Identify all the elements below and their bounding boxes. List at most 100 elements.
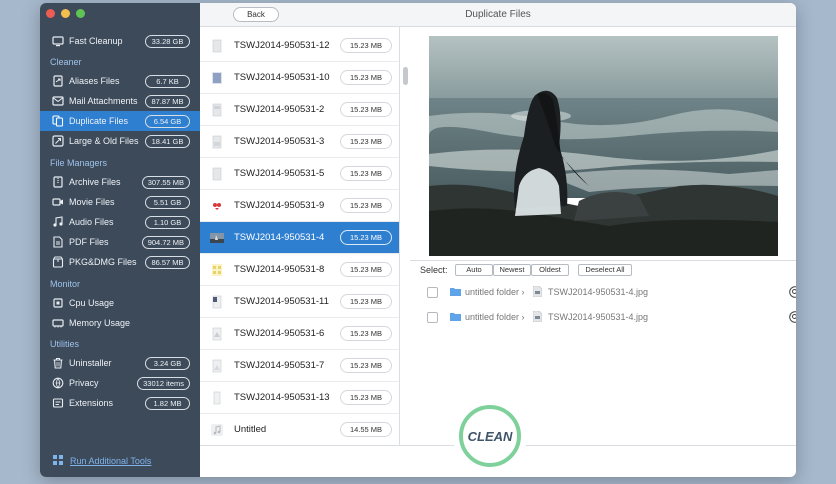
sidebar-item-pdf-files[interactable]: PDF Files 904.72 MB xyxy=(40,232,200,252)
file-row[interactable]: TSWJ2014-950531-10 15.23 MB xyxy=(200,62,399,94)
zoom-window-button[interactable] xyxy=(76,9,85,18)
pdf-icon xyxy=(52,236,64,248)
duplicate-file-name: TSWJ2014-950531-4.jpg xyxy=(548,287,649,297)
file-size-badge: 15.23 MB xyxy=(340,358,392,373)
section-title-file-managers: File Managers xyxy=(50,158,108,168)
file-row[interactable]: TSWJ2014-950531-11 15.23 MB xyxy=(200,286,399,318)
sidebar-item-label: Large & Old Files xyxy=(69,136,139,146)
file-thumbnail-icon xyxy=(212,359,222,373)
sidebar: Fast Cleanup 33.28 GB Cleaner Aliases Fi… xyxy=(40,3,200,477)
sidebar-item-large-old-files[interactable]: Large & Old Files 18.41 GB xyxy=(40,131,200,151)
window-title: Duplicate Files xyxy=(465,9,531,20)
file-list-scrollbar[interactable] xyxy=(403,67,408,85)
file-size-badge: 15.23 MB xyxy=(340,38,392,53)
size-badge: 86.57 MB xyxy=(145,256,190,269)
sidebar-item-audio-files[interactable]: Audio Files 1.10 GB xyxy=(40,212,200,232)
file-name: TSWJ2014-950531-9 xyxy=(234,200,325,211)
file-size-badge: 15.23 MB xyxy=(340,70,392,85)
deselect-all-button[interactable]: Deselect All xyxy=(578,264,632,276)
clean-button[interactable]: CLEAN xyxy=(459,405,521,467)
select-label: Select: xyxy=(420,265,448,275)
file-row[interactable]: TSWJ2014-950531-9 15.23 MB xyxy=(200,190,399,222)
folder-icon xyxy=(450,313,461,321)
reveal-magnifier-icon[interactable] xyxy=(789,286,796,298)
archive-icon xyxy=(52,176,64,188)
size-badge: 307.55 MB xyxy=(141,176,190,189)
reveal-magnifier-icon[interactable] xyxy=(789,311,796,323)
file-row[interactable]: TSWJ2014-950531-5 15.23 MB xyxy=(200,158,399,190)
file-name: TSWJ2014-950531-8 xyxy=(234,264,325,275)
sidebar-item-label: Cpu Usage xyxy=(69,298,115,308)
select-auto-button[interactable]: Auto xyxy=(455,264,493,276)
sidebar-item-duplicate-files[interactable]: Duplicate Files 6.54 GB xyxy=(40,111,200,131)
file-row[interactable]: TSWJ2014-950531-2 15.23 MB xyxy=(200,94,399,126)
sidebar-item-cpu-usage[interactable]: Cpu Usage xyxy=(40,293,200,313)
sidebar-item-pkg-dmg-files[interactable]: PKG&DMG Files 86.57 MB xyxy=(40,252,200,272)
file-thumbnail-icon xyxy=(212,167,222,181)
sidebar-item-extensions[interactable]: Extensions 1.82 MB xyxy=(40,393,200,413)
file-thumbnail-icon xyxy=(212,327,222,341)
file-row[interactable]: TSWJ2014-950531-12 15.23 MB xyxy=(200,30,399,62)
sidebar-item-movie-files[interactable]: Movie Files 5.51 GB xyxy=(40,192,200,212)
file-name: TSWJ2014-950531-7 xyxy=(234,360,325,371)
file-row[interactable]: TSWJ2014-950531-8 15.23 MB xyxy=(200,254,399,286)
file-thumbnail-icon xyxy=(212,103,222,117)
folder-path: untitled folder › xyxy=(465,287,525,297)
size-badge: 33012 items xyxy=(137,377,190,390)
cpu-icon xyxy=(52,297,64,309)
sidebar-item-mail-attachments[interactable]: Mail Attachments 87.87 MB xyxy=(40,91,200,111)
sidebar-item-memory-usage[interactable]: Memory Usage xyxy=(40,313,200,333)
file-row-selected[interactable]: TSWJ2014-950531-4 15.23 MB xyxy=(200,222,399,254)
file-icon xyxy=(533,286,542,297)
mail-icon xyxy=(52,95,64,107)
size-badge: 904.72 MB xyxy=(141,236,190,249)
duplicate-checkbox[interactable] xyxy=(427,312,438,323)
sidebar-item-label: PKG&DMG Files xyxy=(69,257,137,267)
sidebar-item-archive-files[interactable]: Archive Files 307.55 MB xyxy=(40,172,200,192)
sidebar-item-label: PDF Files xyxy=(69,237,109,247)
sidebar-item-aliases-files[interactable]: Aliases Files 6.7 KB xyxy=(40,71,200,91)
file-row[interactable]: TSWJ2014-950531-13 15.23 MB xyxy=(200,382,399,414)
file-name: Untitled xyxy=(234,424,267,435)
sidebar-item-label: Privacy xyxy=(69,378,99,388)
file-row[interactable]: Untitled 14.55 MB xyxy=(200,414,399,445)
file-thumbnail-icon xyxy=(212,295,222,309)
memory-icon xyxy=(52,317,64,329)
preview-pane xyxy=(410,27,796,261)
size-badge: 1.10 GB xyxy=(145,216,190,229)
sidebar-item-fast-cleanup[interactable]: Fast Cleanup 33.28 GB xyxy=(40,31,200,51)
file-name: TSWJ2014-950531-5 xyxy=(234,168,325,179)
size-badge: 6.7 KB xyxy=(145,75,190,88)
size-badge: 1.82 MB xyxy=(145,397,190,410)
trash-icon xyxy=(52,357,64,369)
file-icon xyxy=(533,311,542,322)
sidebar-item-label: Extensions xyxy=(69,398,114,408)
file-row[interactable]: TSWJ2014-950531-3 15.23 MB xyxy=(200,126,399,158)
file-row[interactable]: TSWJ2014-950531-6 15.23 MB xyxy=(200,318,399,350)
file-thumbnail-icon xyxy=(211,201,223,211)
sidebar-item-label: Aliases Files xyxy=(69,76,120,86)
file-thumbnail-icon xyxy=(212,135,222,149)
minimize-window-button[interactable] xyxy=(61,9,70,18)
sidebar-item-privacy[interactable]: Privacy 33012 items xyxy=(40,373,200,393)
extensions-icon xyxy=(52,397,64,409)
close-window-button[interactable] xyxy=(46,9,55,18)
section-title-cleaner: Cleaner xyxy=(50,57,82,67)
file-size-badge: 15.23 MB xyxy=(340,390,392,405)
select-oldest-button[interactable]: Oldest xyxy=(531,264,569,276)
run-additional-tools-link[interactable]: Run Additional Tools xyxy=(52,454,151,468)
file-thumbnail-icon xyxy=(212,39,222,53)
file-size-badge: 14.55 MB xyxy=(340,422,392,437)
sidebar-item-label: Uninstaller xyxy=(69,358,112,368)
size-badge: 87.87 MB xyxy=(145,95,190,108)
file-row[interactable]: TSWJ2014-950531-7 15.23 MB xyxy=(200,350,399,382)
sidebar-item-label: Fast Cleanup xyxy=(69,36,123,46)
file-size-badge: 15.23 MB xyxy=(340,294,392,309)
select-newest-button[interactable]: Newest xyxy=(493,264,531,276)
sidebar-item-uninstaller[interactable]: Uninstaller 3.24 GB xyxy=(40,353,200,373)
duplicate-checkbox[interactable] xyxy=(427,287,438,298)
movie-icon xyxy=(52,196,64,208)
file-thumbnail-icon xyxy=(212,264,222,276)
grid-icon xyxy=(52,454,64,468)
size-badge: 18.41 GB xyxy=(145,135,190,148)
